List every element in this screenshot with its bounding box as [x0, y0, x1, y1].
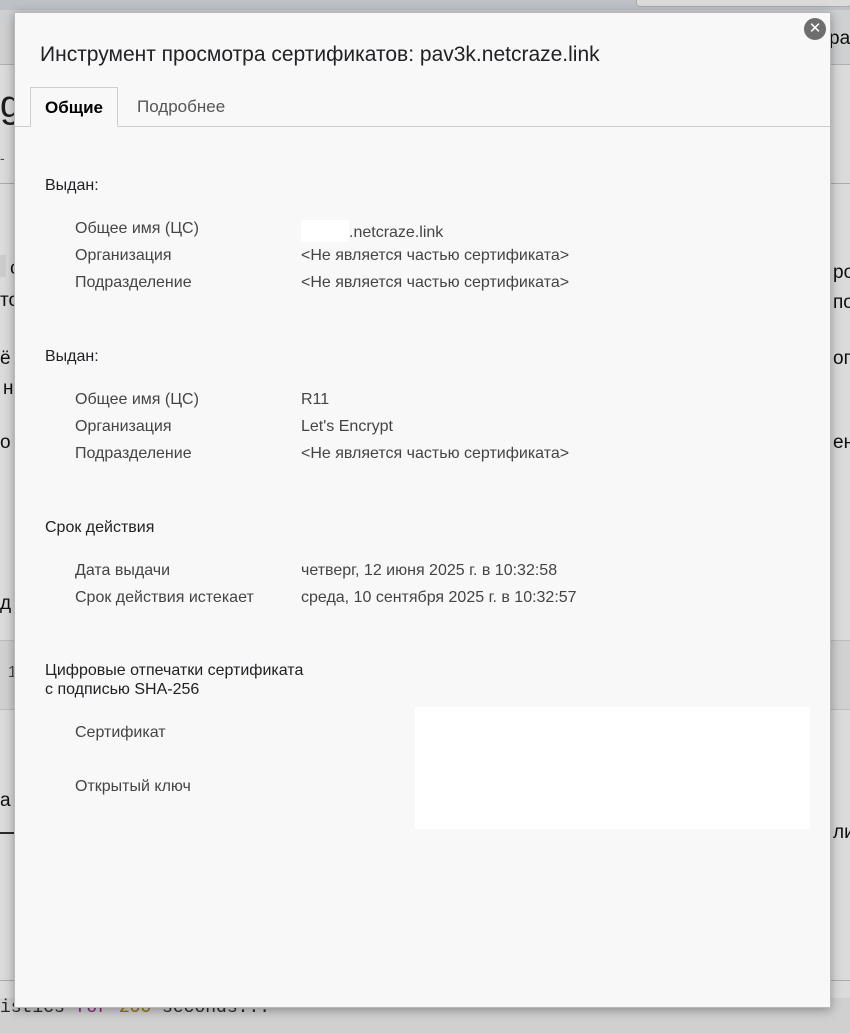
field-value: <Не является частью сертификата> [301, 274, 570, 291]
dialog-title: Инструмент просмотра сертификатов: pav3k… [40, 43, 600, 66]
field-label: Срок действия истекает [75, 589, 254, 606]
tab-bar: Общие Подробнее [15, 87, 830, 127]
validity-heading: Срок действия [45, 519, 155, 536]
fingerprints-heading-line2: с подписью SHA-256 [45, 681, 200, 698]
issued-to-heading: Выдан: [45, 177, 99, 194]
field-label: Общее имя (ЦС) [75, 220, 199, 237]
field-label: Подразделение [75, 274, 192, 291]
redacted-block [301, 220, 349, 242]
fingerprints-heading-line1: Цифровые отпечатки сертификата [45, 662, 304, 679]
field-label: Сертификат [75, 724, 166, 741]
common-name-value: .netcraze.link [349, 224, 444, 241]
fingerprints-heading: Цифровые отпечатки сертификата с подпись… [45, 661, 303, 699]
close-button[interactable]: ✕ [804, 18, 826, 40]
field-label: Открытый ключ [75, 778, 191, 795]
certificate-viewer-dialog: Инструмент просмотра сертификатов: pav3k… [14, 12, 831, 1008]
field-value: .netcraze.link [301, 220, 443, 242]
fingerprint-values-redacted [415, 707, 810, 829]
field-label: Дата выдачи [75, 562, 171, 579]
field-label: Организация [75, 247, 172, 264]
field-value: <Не является частью сертификата> [301, 445, 570, 462]
field-value: R11 [301, 391, 330, 408]
field-label: Организация [75, 418, 172, 435]
issued-by-heading: Выдан: [45, 348, 99, 365]
tab-general[interactable]: Общие [30, 87, 118, 127]
field-value: четверг, 12 июня 2025 г. в 10:32:58 [301, 562, 558, 579]
field-value: <Не является частью сертификата> [301, 247, 570, 264]
tab-details[interactable]: Подробнее [123, 87, 239, 126]
field-label: Общее имя (ЦС) [75, 391, 199, 408]
field-value: среда, 10 сентября 2025 г. в 10:32:57 [301, 589, 577, 606]
field-value: Let's Encrypt [301, 418, 393, 435]
close-icon: ✕ [808, 20, 822, 37]
field-label: Подразделение [75, 445, 192, 462]
